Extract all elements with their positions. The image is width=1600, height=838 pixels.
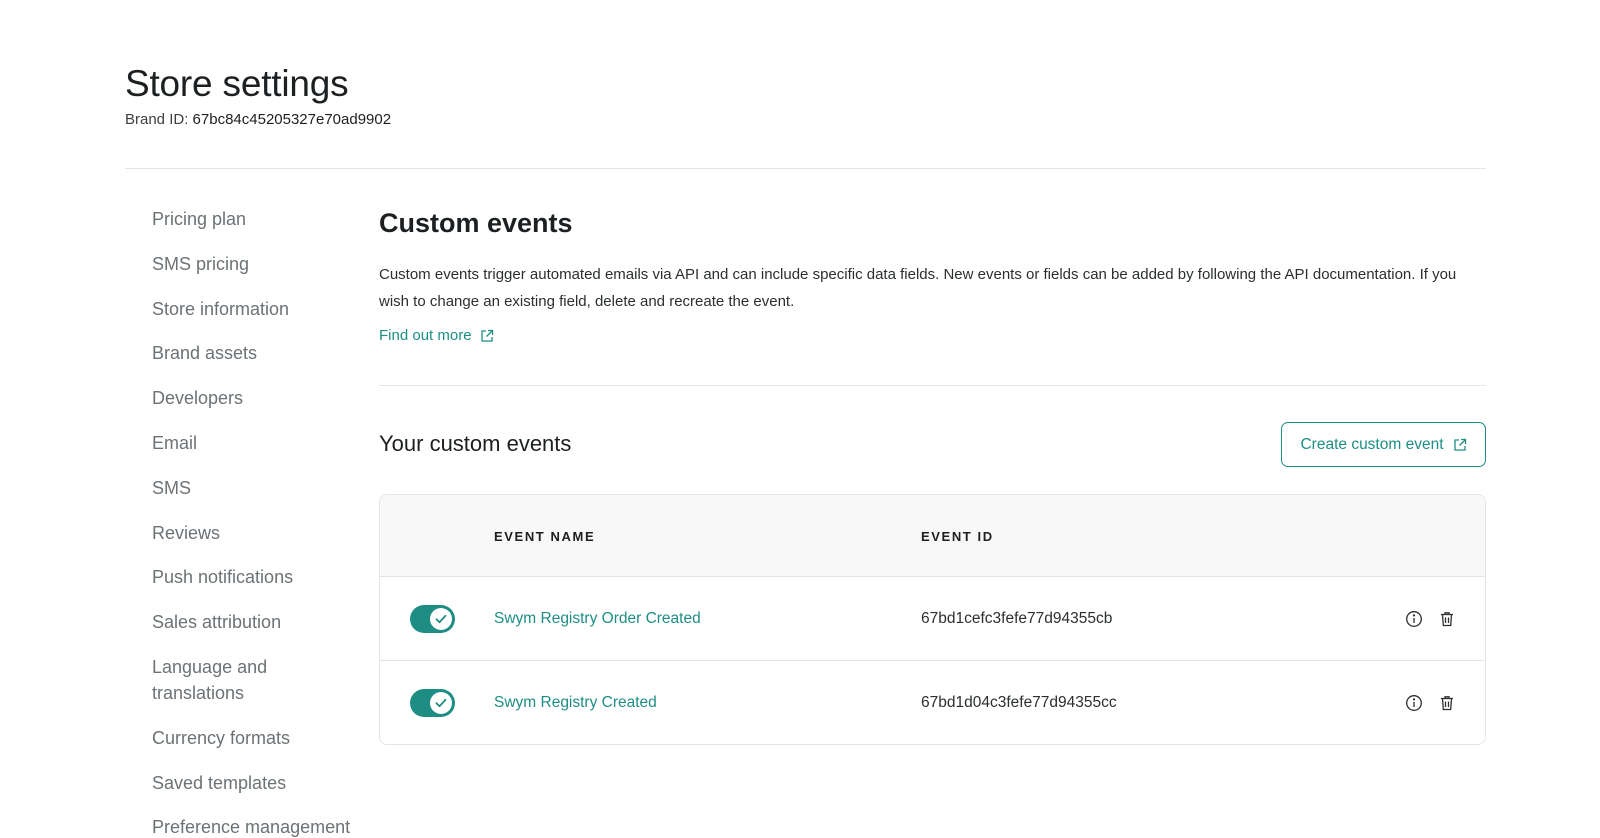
page-header: Store settings Brand ID: 67bc84c45205327… (125, 62, 391, 130)
sidebar-item-sales-attribution[interactable]: Sales attribution (152, 609, 362, 635)
sidebar-item-reviews[interactable]: Reviews (152, 520, 362, 546)
table-row: Swym Registry Order Created 67bd1cefc3fe… (380, 577, 1485, 661)
create-custom-event-label: Create custom event (1300, 435, 1444, 453)
find-out-more-link[interactable]: Find out more (379, 327, 494, 344)
section-title: Custom events (379, 208, 573, 238)
event-enabled-toggle[interactable] (410, 605, 455, 633)
header-divider (125, 168, 1486, 169)
your-custom-events-title: Your custom events (379, 431, 572, 456)
sidebar-item-language-and-translations[interactable]: Language and translations (152, 654, 282, 706)
toggle-knob (430, 608, 452, 630)
sidebar-item-saved-templates[interactable]: Saved templates (152, 770, 362, 796)
event-id: 67bd1cefc3fefe77d94355cb (921, 610, 1113, 627)
event-enabled-toggle[interactable] (410, 689, 455, 717)
trash-icon[interactable] (1436, 608, 1458, 630)
sidebar-item-brand-assets[interactable]: Brand assets (152, 340, 362, 366)
info-icon[interactable] (1403, 692, 1425, 714)
column-header-event-id: EVENT ID (921, 529, 994, 544)
brand-id-value: 67bc84c45205327e70ad9902 (192, 111, 392, 128)
info-icon[interactable] (1403, 608, 1425, 630)
find-out-more-label: Find out more (379, 327, 472, 344)
table-header: EVENT NAME EVENT ID (380, 495, 1485, 577)
brand-id-label: Brand ID: (125, 111, 189, 128)
create-custom-event-button[interactable]: Create custom event (1281, 422, 1486, 467)
sidebar-item-preference-management[interactable]: Preference management (152, 814, 362, 838)
external-link-icon (480, 329, 493, 342)
brand-id-line: Brand ID: 67bc84c45205327e70ad9902 (125, 110, 391, 130)
table-row: Swym Registry Created 67bd1d04c3fefe77d9… (380, 661, 1485, 744)
trash-icon[interactable] (1436, 692, 1458, 714)
sidebar-item-developers[interactable]: Developers (152, 385, 362, 411)
sidebar-item-pricing-plan[interactable]: Pricing plan (152, 206, 362, 232)
toggle-knob (430, 692, 452, 714)
section-divider (379, 385, 1486, 386)
event-name-link[interactable]: Swym Registry Order Created (494, 609, 701, 629)
sidebar-item-store-information[interactable]: Store information (152, 296, 362, 322)
check-icon (435, 698, 447, 708)
custom-events-section: Custom events Custom events trigger auto… (379, 205, 1486, 345)
sidebar-item-email[interactable]: Email (152, 430, 362, 456)
sidebar-item-push-notifications[interactable]: Push notifications (152, 564, 362, 590)
settings-sidebar: Pricing plan SMS pricing Store informati… (152, 206, 362, 838)
external-link-icon (1453, 438, 1466, 451)
custom-events-table: EVENT NAME EVENT ID Swym Registry Order … (379, 494, 1486, 745)
page-title: Store settings (125, 63, 349, 104)
check-icon (435, 614, 447, 624)
event-name-link[interactable]: Swym Registry Created (494, 693, 657, 713)
section-description: Custom events trigger automated emails v… (379, 266, 1457, 310)
event-id: 67bd1d04c3fefe77d94355cc (921, 694, 1117, 711)
sidebar-item-sms[interactable]: SMS (152, 475, 362, 501)
sidebar-item-currency-formats[interactable]: Currency formats (152, 725, 362, 751)
sidebar-item-sms-pricing[interactable]: SMS pricing (152, 251, 362, 277)
column-header-event-name: EVENT NAME (494, 529, 596, 544)
